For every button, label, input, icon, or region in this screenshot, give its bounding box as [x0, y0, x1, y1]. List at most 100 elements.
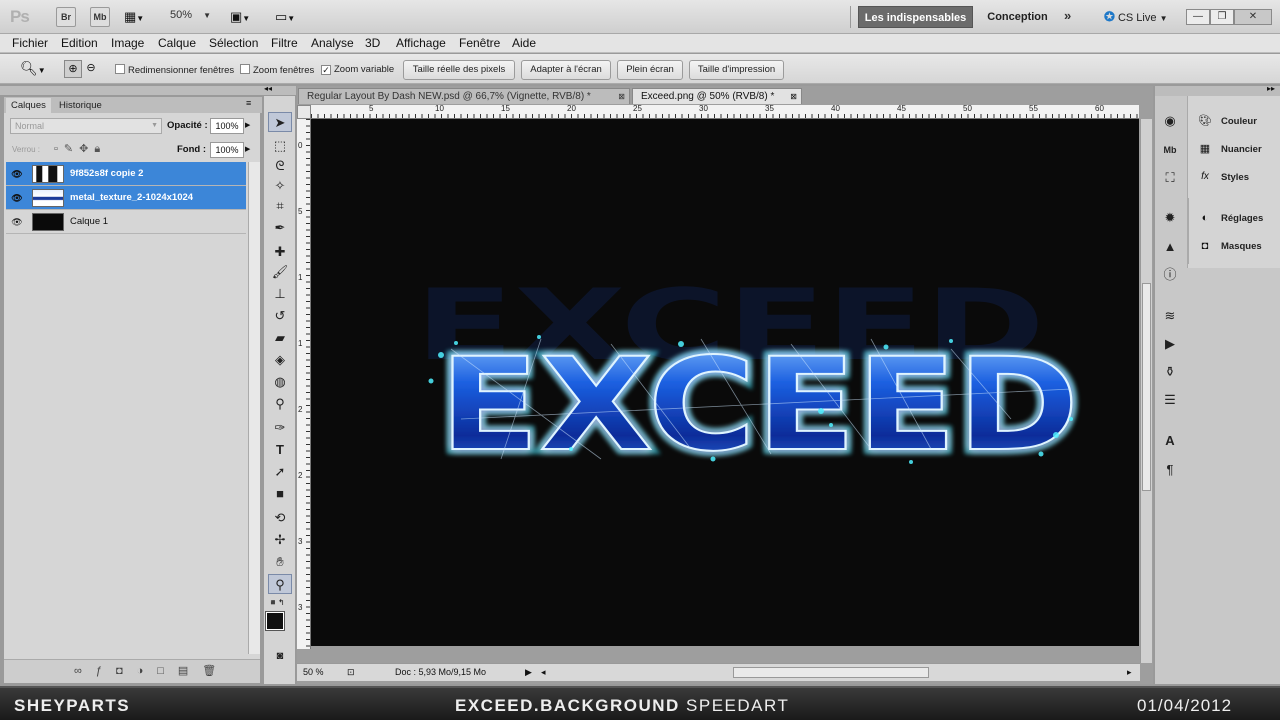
- menu-view[interactable]: Affichage: [396, 36, 446, 50]
- menu-edit[interactable]: Edition: [61, 36, 98, 50]
- horizontal-scroll-thumb[interactable]: [733, 667, 929, 678]
- brush-presets-icon[interactable]: ≋: [1158, 305, 1182, 327]
- swatches-panel-icon[interactable]: ▦: [1196, 141, 1214, 157]
- scroll-thumb[interactable]: [1142, 283, 1151, 491]
- character-icon[interactable]: A: [1158, 430, 1182, 452]
- zoom-in-icon[interactable]: ⊕: [64, 60, 82, 78]
- eye-icon[interactable]: 👁︎: [10, 186, 24, 210]
- lasso-tool-icon[interactable]: ᘓ: [268, 156, 292, 176]
- panel-menu-icon[interactable]: ≡: [246, 98, 251, 108]
- panel-color-label[interactable]: Couleur: [1221, 116, 1257, 127]
- collapse-icon[interactable]: ◂◂: [264, 84, 272, 93]
- fill-arrow-icon[interactable]: ▶: [245, 142, 257, 158]
- layer-comps-icon[interactable]: ☰: [1158, 389, 1182, 411]
- status-zoom[interactable]: 50 %: [303, 664, 324, 681]
- menu-help[interactable]: Aide: [512, 36, 536, 50]
- close-button[interactable]: ✕: [1234, 9, 1272, 25]
- path-selection-icon[interactable]: ➚: [268, 462, 292, 482]
- layer-row[interactable]: 👁︎ metal_texture_2-1024x1024: [6, 186, 246, 210]
- close-tab-icon[interactable]: ⊠: [618, 89, 625, 105]
- tab-history[interactable]: Historique: [54, 98, 107, 113]
- blend-mode-select[interactable]: Normal ▼: [10, 118, 162, 134]
- menu-analysis[interactable]: Analyse: [311, 36, 354, 50]
- opacity-arrow-icon[interactable]: ▶: [245, 118, 257, 134]
- hand-tool-icon[interactable]: ✋︎: [268, 552, 292, 572]
- document-tab-active[interactable]: Exceed.png @ 50% (RVB/8) * ⊠: [632, 88, 802, 104]
- scroll-right-icon[interactable]: ▸: [1127, 664, 1132, 681]
- layers-scrollbar[interactable]: [248, 162, 260, 654]
- paint-bucket-icon[interactable]: ◈: [268, 350, 292, 370]
- adjustments-panel-icon[interactable]: ◐: [1196, 210, 1214, 226]
- expand-icon[interactable]: ▸▸: [1267, 84, 1275, 93]
- scroll-left-icon[interactable]: ◂: [541, 664, 546, 681]
- layer-row[interactable]: 👁︎ Calque 1: [6, 210, 246, 234]
- move-tool-icon[interactable]: ➤: [268, 112, 292, 132]
- styles-panel-icon[interactable]: fx: [1196, 169, 1214, 185]
- layer-row[interactable]: 👁︎ 9f852s8f copie 2: [6, 162, 246, 186]
- quick-mask-icon[interactable]: ◙: [268, 646, 292, 666]
- color-panel-icon[interactable]: 🎨︎: [1196, 113, 1214, 129]
- close-tab-icon[interactable]: ⊠: [790, 89, 797, 105]
- minimize-button[interactable]: —: [1186, 9, 1210, 25]
- more-workspaces-icon[interactable]: »: [1064, 8, 1071, 23]
- default-colors-icon[interactable]: ◾↰: [268, 598, 285, 607]
- status-info-icon[interactable]: ⊡: [347, 664, 355, 681]
- minibridge-panel-icon[interactable]: Mb: [1158, 139, 1182, 161]
- vertical-scrollbar[interactable]: [1140, 119, 1152, 663]
- fill-screen-button[interactable]: Plein écran: [617, 60, 683, 80]
- zoom-level-dropdown[interactable]: 50% ▼: [170, 9, 211, 21]
- zoom-tool-icon[interactable]: ⚲: [268, 574, 292, 594]
- panel-swatches-label[interactable]: Nuancier: [1221, 144, 1262, 155]
- menu-3d[interactable]: 3D: [365, 36, 380, 50]
- opacity-input[interactable]: 100%: [210, 118, 244, 134]
- transform-icon[interactable]: ⛶: [1158, 167, 1182, 189]
- menu-layer[interactable]: Calque: [158, 36, 196, 50]
- info-icon[interactable]: ⓘ: [1158, 264, 1182, 286]
- shape-tool-icon[interactable]: ■: [268, 484, 292, 504]
- fill-input[interactable]: 100%: [210, 142, 244, 158]
- minibridge-button[interactable]: Mb: [90, 7, 110, 27]
- pen-tool-icon[interactable]: ✑: [268, 418, 292, 438]
- 3d-orbit-icon[interactable]: ✢: [268, 530, 292, 550]
- lock-icons[interactable]: ▫✎✥🔒︎: [54, 142, 106, 156]
- zoom-out-icon[interactable]: ⊖: [82, 60, 100, 78]
- scrubby-zoom-checkbox[interactable]: ✓ Zoom variable: [321, 64, 394, 75]
- panel-masks-label[interactable]: Masques: [1221, 241, 1262, 252]
- menu-select[interactable]: Sélection: [209, 36, 258, 50]
- cs-live-dropdown[interactable]: ✪ CS Live ▼: [1104, 9, 1167, 25]
- status-menu-arrow-icon[interactable]: ▶: [525, 664, 532, 681]
- menu-image[interactable]: Image: [111, 36, 144, 50]
- actions-icon[interactable]: ▶: [1158, 333, 1182, 355]
- vertical-ruler[interactable]: 0 5 1 1 2 2 3 3: [297, 119, 311, 649]
- foreground-color-swatch[interactable]: [265, 611, 285, 631]
- bridge-button[interactable]: Br: [56, 7, 76, 27]
- history-brush-icon[interactable]: ↺: [268, 306, 292, 326]
- magic-wand-icon[interactable]: ✧: [268, 176, 292, 196]
- ruler-origin[interactable]: [297, 105, 311, 119]
- workspace-design-button[interactable]: Conception: [980, 6, 1055, 28]
- extras-dropdown[interactable]: ▦▼: [124, 9, 156, 25]
- masks-panel-icon[interactable]: ◘: [1196, 238, 1214, 254]
- eye-icon[interactable]: 👁︎: [10, 162, 24, 186]
- tab-layers[interactable]: Calques: [6, 98, 51, 113]
- document-tab-inactive[interactable]: Regular Layout By Dash NEW.psd @ 66,7% (…: [298, 88, 630, 104]
- menu-file[interactable]: Fichier: [12, 36, 48, 50]
- tool-presets-icon[interactable]: ⚱: [1158, 361, 1182, 383]
- blur-tool-icon[interactable]: ◍: [268, 372, 292, 392]
- paragraph-icon[interactable]: ¶: [1158, 459, 1182, 481]
- eraser-tool-icon[interactable]: ▰: [268, 328, 292, 348]
- resize-windows-checkbox[interactable]: Redimensionner fenêtres: [115, 64, 234, 76]
- brush-tool-icon[interactable]: 🖌︎: [268, 262, 292, 282]
- type-tool-icon[interactable]: T: [268, 440, 292, 460]
- healing-brush-icon[interactable]: ✚: [268, 242, 292, 262]
- print-size-button[interactable]: Taille d'impression: [689, 60, 784, 80]
- zoom-windows-checkbox[interactable]: Zoom fenêtres: [240, 64, 314, 76]
- crop-tool-icon[interactable]: ⌗: [268, 196, 292, 216]
- actual-pixels-button[interactable]: Taille réelle des pixels: [403, 60, 515, 80]
- histogram-icon[interactable]: ▲: [1158, 236, 1182, 258]
- panel-styles-label[interactable]: Styles: [1221, 172, 1249, 183]
- clone-stamp-icon[interactable]: ⊥: [268, 284, 292, 304]
- dodge-tool-icon[interactable]: ⚲: [268, 394, 292, 414]
- menu-window[interactable]: Fenêtre: [459, 36, 500, 50]
- navigator-icon[interactable]: ✹: [1158, 207, 1182, 229]
